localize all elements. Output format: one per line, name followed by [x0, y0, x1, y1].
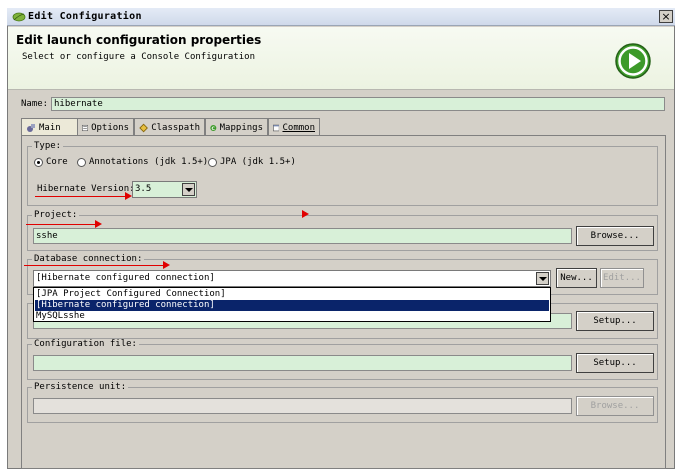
chevron-down-icon[interactable]	[182, 183, 195, 196]
configuration-file-label: Configuration file:	[32, 339, 139, 349]
radio-annotations[interactable]	[77, 158, 86, 167]
name-input[interactable]: hibernate	[51, 97, 665, 111]
type-group	[27, 146, 658, 206]
database-connection-label: Database connection:	[32, 254, 145, 264]
project-group-label: Project:	[32, 210, 80, 220]
tab-options-label: Options	[91, 122, 129, 133]
annotation-arrow-project-top	[302, 210, 309, 218]
close-button[interactable]: ×	[659, 10, 673, 23]
new-connection-button[interactable]: New...	[556, 268, 597, 288]
dropdown-option[interactable]: MySQLsshe	[35, 311, 549, 322]
background-window-strip	[0, 0, 679, 6]
configuration-file-input[interactable]	[33, 355, 572, 371]
tab-classpath-label: Classpath	[151, 122, 200, 133]
configuration-setup-button[interactable]: Setup...	[576, 353, 654, 373]
tab-mappings[interactable]: C Mappings	[205, 118, 268, 136]
annotation-arrow-project	[95, 220, 102, 228]
chevron-down-icon[interactable]	[536, 272, 549, 285]
tab-common-label: Common	[282, 122, 315, 133]
database-connection-dropdown: [JPA Project Configured Connection] [Hib…	[33, 287, 551, 322]
tab-main-label: Main	[39, 123, 61, 133]
hibernate-version-label: Hibernate Version:	[37, 184, 135, 194]
radio-annotations-label: Annotations (jdk 1.5+)	[89, 157, 209, 167]
persistence-unit-label: Persistence unit:	[32, 382, 129, 392]
hibernate-version-select[interactable]: 3.5	[132, 181, 197, 198]
project-browse-button[interactable]: Browse...	[576, 226, 654, 246]
radio-core-label: Core	[46, 157, 68, 167]
common-tab-icon	[273, 124, 280, 131]
annotation-line-version	[35, 196, 125, 197]
database-connection-value: [Hibernate configured connection]	[36, 273, 215, 283]
annotation-arrow-database	[163, 261, 170, 269]
window-title: Edit Configuration	[28, 11, 142, 22]
svg-text:C: C	[212, 125, 216, 131]
radio-jpa[interactable]	[208, 158, 217, 167]
name-label: Name:	[21, 99, 49, 109]
edit-connection-button: Edit...	[600, 268, 644, 288]
dropdown-option[interactable]: [JPA Project Configured Connection]	[35, 289, 549, 300]
type-group-label: Type:	[32, 141, 64, 151]
classpath-tab-icon	[139, 123, 148, 132]
database-connection-select[interactable]: [Hibernate configured connection]	[33, 270, 551, 287]
persistence-unit-input	[33, 398, 572, 414]
main-tab-icon	[27, 124, 35, 132]
mappings-tab-icon: C	[210, 124, 217, 131]
tab-mappings-label: Mappings	[219, 122, 263, 133]
annotation-line-database	[24, 265, 164, 266]
hibernate-version-value: 3.5	[135, 184, 152, 194]
persistence-browse-button: Browse...	[576, 396, 654, 416]
annotation-arrow-version	[125, 192, 132, 200]
tab-common[interactable]: Common	[268, 118, 320, 136]
hibernate-leaf-icon	[12, 12, 26, 22]
banner-title: Edit launch configuration properties	[16, 33, 262, 47]
options-tab-icon	[82, 124, 89, 131]
dropdown-option-selected[interactable]: [Hibernate configured connection]	[34, 299, 550, 312]
radio-jpa-label: JPA (jdk 1.5+)	[220, 157, 296, 167]
tab-options[interactable]: Options	[77, 118, 134, 136]
radio-core[interactable]	[34, 158, 43, 167]
tab-classpath[interactable]: Classpath	[134, 118, 205, 136]
project-input[interactable]: sshe	[33, 228, 572, 244]
run-icon	[615, 43, 651, 79]
annotation-line-project	[26, 224, 96, 225]
banner-subtitle: Select or configure a Console Configurat…	[22, 52, 255, 62]
property-setup-button[interactable]: Setup...	[576, 311, 654, 331]
